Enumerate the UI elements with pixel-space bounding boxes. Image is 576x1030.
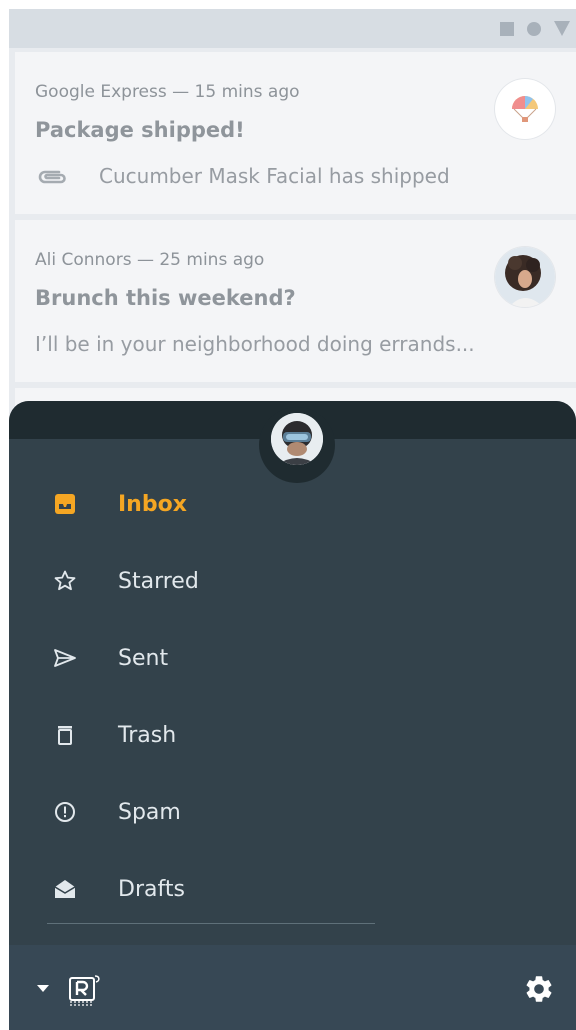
star-icon <box>54 570 76 591</box>
circle-icon <box>527 22 541 36</box>
account-avatar[interactable] <box>271 413 323 465</box>
inbox-icon <box>55 494 75 514</box>
email-meta: Ali Connors — 25 mins ago <box>35 250 265 270</box>
sender-avatar <box>495 247 555 307</box>
nav-item-sent[interactable]: Sent <box>9 628 576 688</box>
send-icon <box>54 649 76 667</box>
email-preview: I’ll be in your neighborhood doing erran… <box>35 332 475 356</box>
email-card[interactable]: Ali Connors — 25 mins ago Brunch this we… <box>15 220 576 382</box>
app-frame: Google Express — 15 mins ago Package shi… <box>9 9 576 1030</box>
user-avatar-icon <box>271 413 323 465</box>
person-avatar-icon <box>495 247 555 307</box>
nav-item-inbox[interactable]: Inbox <box>9 474 576 534</box>
nav-item-spam[interactable]: Spam <box>9 782 576 842</box>
nav-item-starred[interactable]: Starred <box>9 551 576 611</box>
navigation-drawer: Inbox Starred Sent Trash Spam Drafts <box>9 401 576 1030</box>
drafts-icon <box>54 880 76 898</box>
triangle-icon <box>554 21 570 36</box>
settings-gear-icon[interactable] <box>523 973 555 1005</box>
email-subject: Brunch this weekend? <box>35 286 296 310</box>
nav-divider <box>47 923 375 924</box>
sender-avatar <box>495 79 555 139</box>
drawer-bottom-bar <box>9 945 576 1030</box>
nav-label: Trash <box>118 723 177 748</box>
parachute-icon <box>512 96 538 122</box>
nav-label: Starred <box>118 569 199 594</box>
dropdown-arrow-icon[interactable] <box>37 985 49 992</box>
nav-label: Sent <box>118 646 169 671</box>
attachment-icon <box>38 170 66 184</box>
spam-icon <box>55 802 75 822</box>
square-icon <box>500 22 514 36</box>
email-card[interactable]: Google Express — 15 mins ago Package shi… <box>15 52 576 214</box>
email-meta: Google Express — 15 mins ago <box>35 82 300 102</box>
nav-item-drafts[interactable]: Drafts <box>9 859 576 919</box>
trash-icon <box>58 726 72 745</box>
email-subject: Package shipped! <box>35 118 245 142</box>
reply-logo-icon[interactable] <box>65 973 105 1009</box>
nav-label: Spam <box>118 800 181 825</box>
status-bar <box>9 9 576 48</box>
email-preview: Cucumber Mask Facial has shipped <box>99 164 450 188</box>
nav-item-trash[interactable]: Trash <box>9 705 576 765</box>
nav-label: Inbox <box>118 492 187 517</box>
nav-label: Drafts <box>118 877 185 902</box>
